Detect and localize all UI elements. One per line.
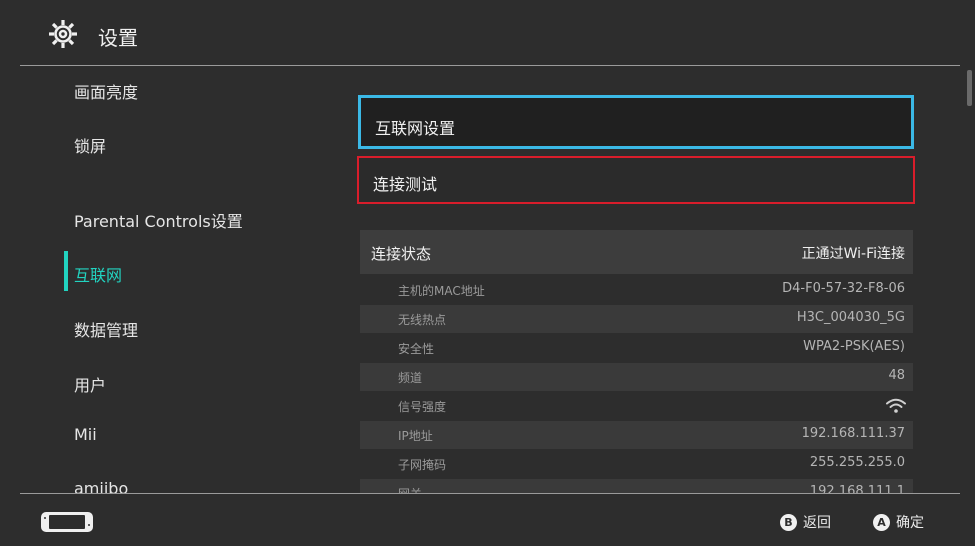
status-row-gateway: 网关 192.168.111.1 <box>360 479 913 493</box>
scrollbar[interactable] <box>967 70 972 490</box>
status-row-key: 网关 <box>398 485 422 493</box>
status-row-key: 信号强度 <box>398 400 447 414</box>
status-row-key: IP地址 <box>398 429 433 443</box>
status-row-key: 频道 <box>398 371 423 385</box>
wifi-signal-icon <box>886 398 906 413</box>
sidebar-item-data-management[interactable]: 数据管理 <box>74 317 138 341</box>
sidebar-item-parental-controls[interactable]: Parental Controls设置 <box>74 208 243 232</box>
status-row-key: 主机的MAC地址 <box>398 284 485 298</box>
status-row-value: D4-F0-57-32-F8-06 <box>782 281 905 296</box>
sidebar-item-internet[interactable]: 互联网 <box>74 262 122 286</box>
scrollbar-thumb[interactable] <box>967 70 972 106</box>
sidebar-item-label: 锁屏 <box>74 137 107 156</box>
page-title: 设置 <box>98 26 138 50</box>
handheld-console-icon <box>41 512 93 532</box>
status-row-key: 子网掩码 <box>398 458 447 472</box>
sidebar-item-label: amiibo <box>74 479 129 493</box>
connection-status-header: 连接状态 正通过Wi-Fi连接 <box>360 230 913 274</box>
sidebar-item-label: 互联网 <box>74 266 123 285</box>
connection-status-label: 连接状态 <box>371 245 432 263</box>
status-row-signal: 信号强度 <box>360 392 913 420</box>
confirm-button[interactable]: A 确定 <box>873 512 924 532</box>
status-row-subnet: 子网掩码 255.255.255.0 <box>360 450 913 478</box>
internet-settings-label: 互联网设置 <box>375 119 456 138</box>
sidebar-item-screen-lock[interactable]: 锁屏 <box>74 133 106 157</box>
sidebar-item-label: 画面亮度 <box>74 83 139 102</box>
sidebar-item-label: 用户 <box>74 376 107 395</box>
b-button-icon: B <box>780 513 797 531</box>
status-row-channel: 频道 48 <box>360 363 913 391</box>
sidebar-item-label: 数据管理 <box>74 321 139 340</box>
status-row-value: WPA2-PSK(AES) <box>803 339 905 354</box>
a-button-icon: A <box>873 513 890 531</box>
status-row-security: 安全性 WPA2-PSK(AES) <box>360 334 913 362</box>
sidebar-item-label: Parental Controls设置 <box>74 212 243 231</box>
back-label: 返回 <box>803 515 831 531</box>
active-indicator <box>64 251 68 291</box>
footer-divider <box>20 493 960 494</box>
status-row-value: 48 <box>888 368 905 383</box>
status-row-value: 192.168.111.37 <box>801 426 905 441</box>
status-row-hotspot: 无线热点 H3C_004030_5G <box>360 305 913 333</box>
sidebar-item-amiibo[interactable]: amiibo <box>74 479 128 493</box>
sidebar-item-brightness[interactable]: 画面亮度 <box>74 79 138 103</box>
status-row-ip: IP地址 192.168.111.37 <box>360 421 913 449</box>
status-row-mac: 主机的MAC地址 D4-F0-57-32-F8-06 <box>360 276 913 304</box>
status-row-value: H3C_004030_5G <box>796 310 905 325</box>
header-bar: 设置 <box>0 0 975 66</box>
internet-settings-button[interactable]: 互联网设置 <box>358 95 914 149</box>
confirm-label: 确定 <box>896 515 924 531</box>
connection-test-button[interactable]: 连接测试 <box>357 156 915 204</box>
sidebar-item-mii[interactable]: Mii <box>74 425 97 444</box>
status-row-key: 安全性 <box>398 342 435 356</box>
gear-icon <box>49 20 77 48</box>
connection-status-panel: 连接状态 正通过Wi-Fi连接 主机的MAC地址 D4-F0-57-32-F8-… <box>360 230 913 493</box>
sidebar: 画面亮度 锁屏 Parental Controls设置 互联网 数据管理 用户 … <box>0 66 330 493</box>
sidebar-item-label: Mii <box>74 425 97 444</box>
status-row-value: 255.255.255.0 <box>809 455 905 470</box>
sidebar-item-users[interactable]: 用户 <box>74 372 106 396</box>
status-row-value: 192.168.111.1 <box>809 484 905 493</box>
status-row-key: 无线热点 <box>398 313 447 327</box>
connection-status-value: 正通过Wi-Fi连接 <box>801 246 905 262</box>
connection-test-label: 连接测试 <box>373 175 438 194</box>
back-button[interactable]: B 返回 <box>780 512 831 532</box>
